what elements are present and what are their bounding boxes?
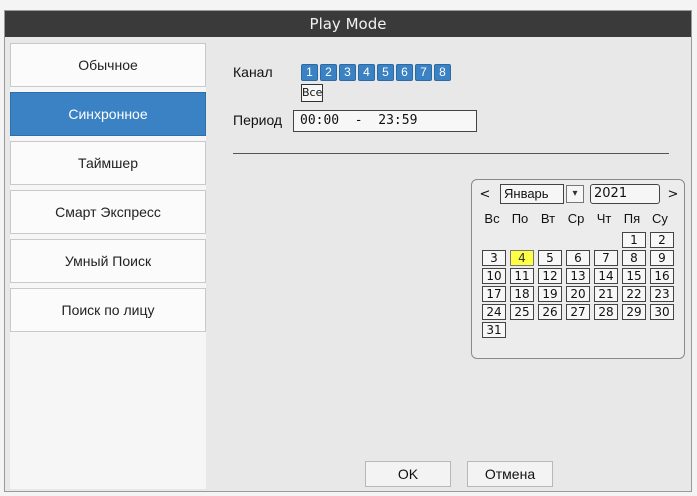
calendar-day[interactable]: 21: [594, 286, 618, 302]
calendar-day[interactable]: 5: [538, 250, 562, 266]
calendar-day[interactable]: 22: [622, 286, 646, 302]
calendar-day[interactable]: 16: [650, 268, 674, 284]
window-title: Play Mode: [5, 11, 691, 37]
calendar-day[interactable]: 10: [482, 268, 506, 284]
channel-8-checkbox[interactable]: 8: [434, 64, 451, 81]
calendar-day[interactable]: 14: [594, 268, 618, 284]
content-panel: Канал 1 2 3 4 5 6 7 8 Bce Период 00:00 -…: [209, 43, 687, 489]
sidebar-item-smart-express[interactable]: Смарт Экспресс: [10, 190, 206, 234]
sidebar-item-normal[interactable]: Обычное: [10, 43, 206, 87]
next-month-button[interactable]: >: [666, 187, 680, 202]
weekday-header: Вс По Вт Ср Чт Пя Су: [478, 211, 674, 226]
calendar-day[interactable]: 7: [594, 250, 618, 266]
channel-label: Канал: [233, 64, 273, 80]
weekday-label: Су: [652, 211, 668, 226]
calendar-day[interactable]: 25: [510, 304, 534, 320]
channel-selector: 1 2 3 4 5 6 7 8: [301, 64, 451, 81]
channel-1-checkbox[interactable]: 1: [301, 64, 318, 81]
sidebar-item-timeshare[interactable]: Таймшер: [10, 141, 206, 185]
weekday-label: Вс: [484, 211, 500, 226]
calendar-day[interactable]: 1: [622, 232, 646, 248]
calendar-day[interactable]: 24: [482, 304, 506, 320]
calendar-day[interactable]: 20: [566, 286, 590, 302]
calendar-day[interactable]: 18: [510, 286, 534, 302]
calendar-day[interactable]: 27: [566, 304, 590, 320]
sidebar-item-sync[interactable]: Синхронное: [10, 92, 206, 136]
calendar-day[interactable]: 4: [510, 250, 534, 266]
calendar: < Январь ▾ 2021 > Вс По Вт Ср Чт Пя Су 1…: [471, 179, 685, 359]
channel-2-checkbox[interactable]: 2: [320, 64, 337, 81]
sidebar: Обычное Синхронное Таймшер Смарт Экспрес…: [10, 43, 206, 489]
calendar-day[interactable]: 28: [594, 304, 618, 320]
prev-month-button[interactable]: <: [478, 187, 492, 202]
channel-6-checkbox[interactable]: 6: [396, 64, 413, 81]
calendar-day[interactable]: 19: [538, 286, 562, 302]
calendar-day[interactable]: 6: [566, 250, 590, 266]
weekday-label: Пя: [623, 211, 641, 226]
month-select[interactable]: Январь: [500, 184, 564, 204]
play-mode-window: Play Mode Обычное Синхронное Таймшер Сма…: [4, 10, 692, 492]
period-label: Период: [233, 112, 283, 128]
calendar-day[interactable]: 9: [650, 250, 674, 266]
year-input[interactable]: 2021: [590, 184, 660, 204]
calendar-day[interactable]: 26: [538, 304, 562, 320]
divider: [233, 153, 669, 154]
calendar-day[interactable]: 29: [622, 304, 646, 320]
ok-button[interactable]: OK: [365, 461, 451, 487]
weekday-label: Чт: [596, 211, 612, 226]
calendar-day[interactable]: 8: [622, 250, 646, 266]
calendar-day[interactable]: 17: [482, 286, 506, 302]
chevron-down-icon[interactable]: ▾: [566, 185, 584, 203]
channel-3-checkbox[interactable]: 3: [339, 64, 356, 81]
period-time-input[interactable]: 00:00 - 23:59: [293, 110, 477, 132]
calendar-day[interactable]: 23: [650, 286, 674, 302]
calendar-day[interactable]: 30: [650, 304, 674, 320]
calendar-day[interactable]: 3: [482, 250, 506, 266]
sidebar-item-face-search[interactable]: Поиск по лицу: [10, 288, 206, 332]
channel-5-checkbox[interactable]: 5: [377, 64, 394, 81]
calendar-day[interactable]: 15: [622, 268, 646, 284]
calendar-day[interactable]: 31: [482, 322, 506, 338]
calendar-day[interactable]: 12: [538, 268, 562, 284]
sidebar-item-smart-search[interactable]: Умный Поиск: [10, 239, 206, 283]
calendar-day[interactable]: 11: [510, 268, 534, 284]
select-all-channels-button[interactable]: Bce: [301, 84, 323, 102]
weekday-label: Ср: [567, 211, 585, 226]
channel-4-checkbox[interactable]: 4: [358, 64, 375, 81]
calendar-day[interactable]: 2: [650, 232, 674, 248]
weekday-label: По: [511, 211, 529, 226]
weekday-label: Вт: [540, 211, 556, 226]
calendar-day[interactable]: 13: [566, 268, 590, 284]
cancel-button[interactable]: Отмена: [467, 461, 553, 487]
channel-7-checkbox[interactable]: 7: [415, 64, 432, 81]
